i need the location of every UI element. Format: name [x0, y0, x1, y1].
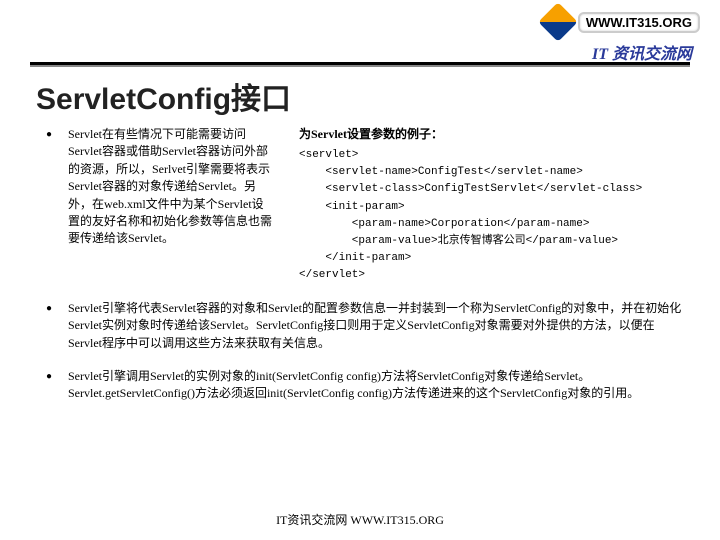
bullet-2: Servlet引擎将代表Servlet容器的对象和Servlet的配置参数信息一… [46, 300, 686, 352]
divider [30, 62, 690, 65]
page-title: ServletConfig接口 [36, 74, 291, 118]
example-code: <servlet> <servlet-name>ConfigTest</serv… [299, 147, 686, 283]
header-tagline: IT 资讯交流网 [592, 40, 692, 64]
example-block: 为Servlet设置参数的例子： <servlet> <servlet-name… [299, 126, 686, 284]
bullet-3: Servlet引擎调用Servlet的实例对象的init(ServletConf… [46, 368, 686, 403]
example-title: 为Servlet设置参数的例子： [299, 126, 686, 143]
content: Servlet在有些情况下可能需要访问Servlet容器或借助Servlet容器… [46, 126, 686, 419]
bullet-1: Servlet在有些情况下可能需要访问Servlet容器或借助Servlet容器… [46, 126, 686, 284]
header-url: WWW.IT315.ORG [578, 12, 700, 33]
intro-text: Servlet在有些情况下可能需要访问Servlet容器或借助Servlet容器… [68, 126, 273, 284]
header: WWW.IT315.ORG [544, 8, 700, 36]
footer: IT资讯交流网 WWW.IT315.ORG [0, 511, 720, 528]
logo-icon [538, 2, 578, 42]
